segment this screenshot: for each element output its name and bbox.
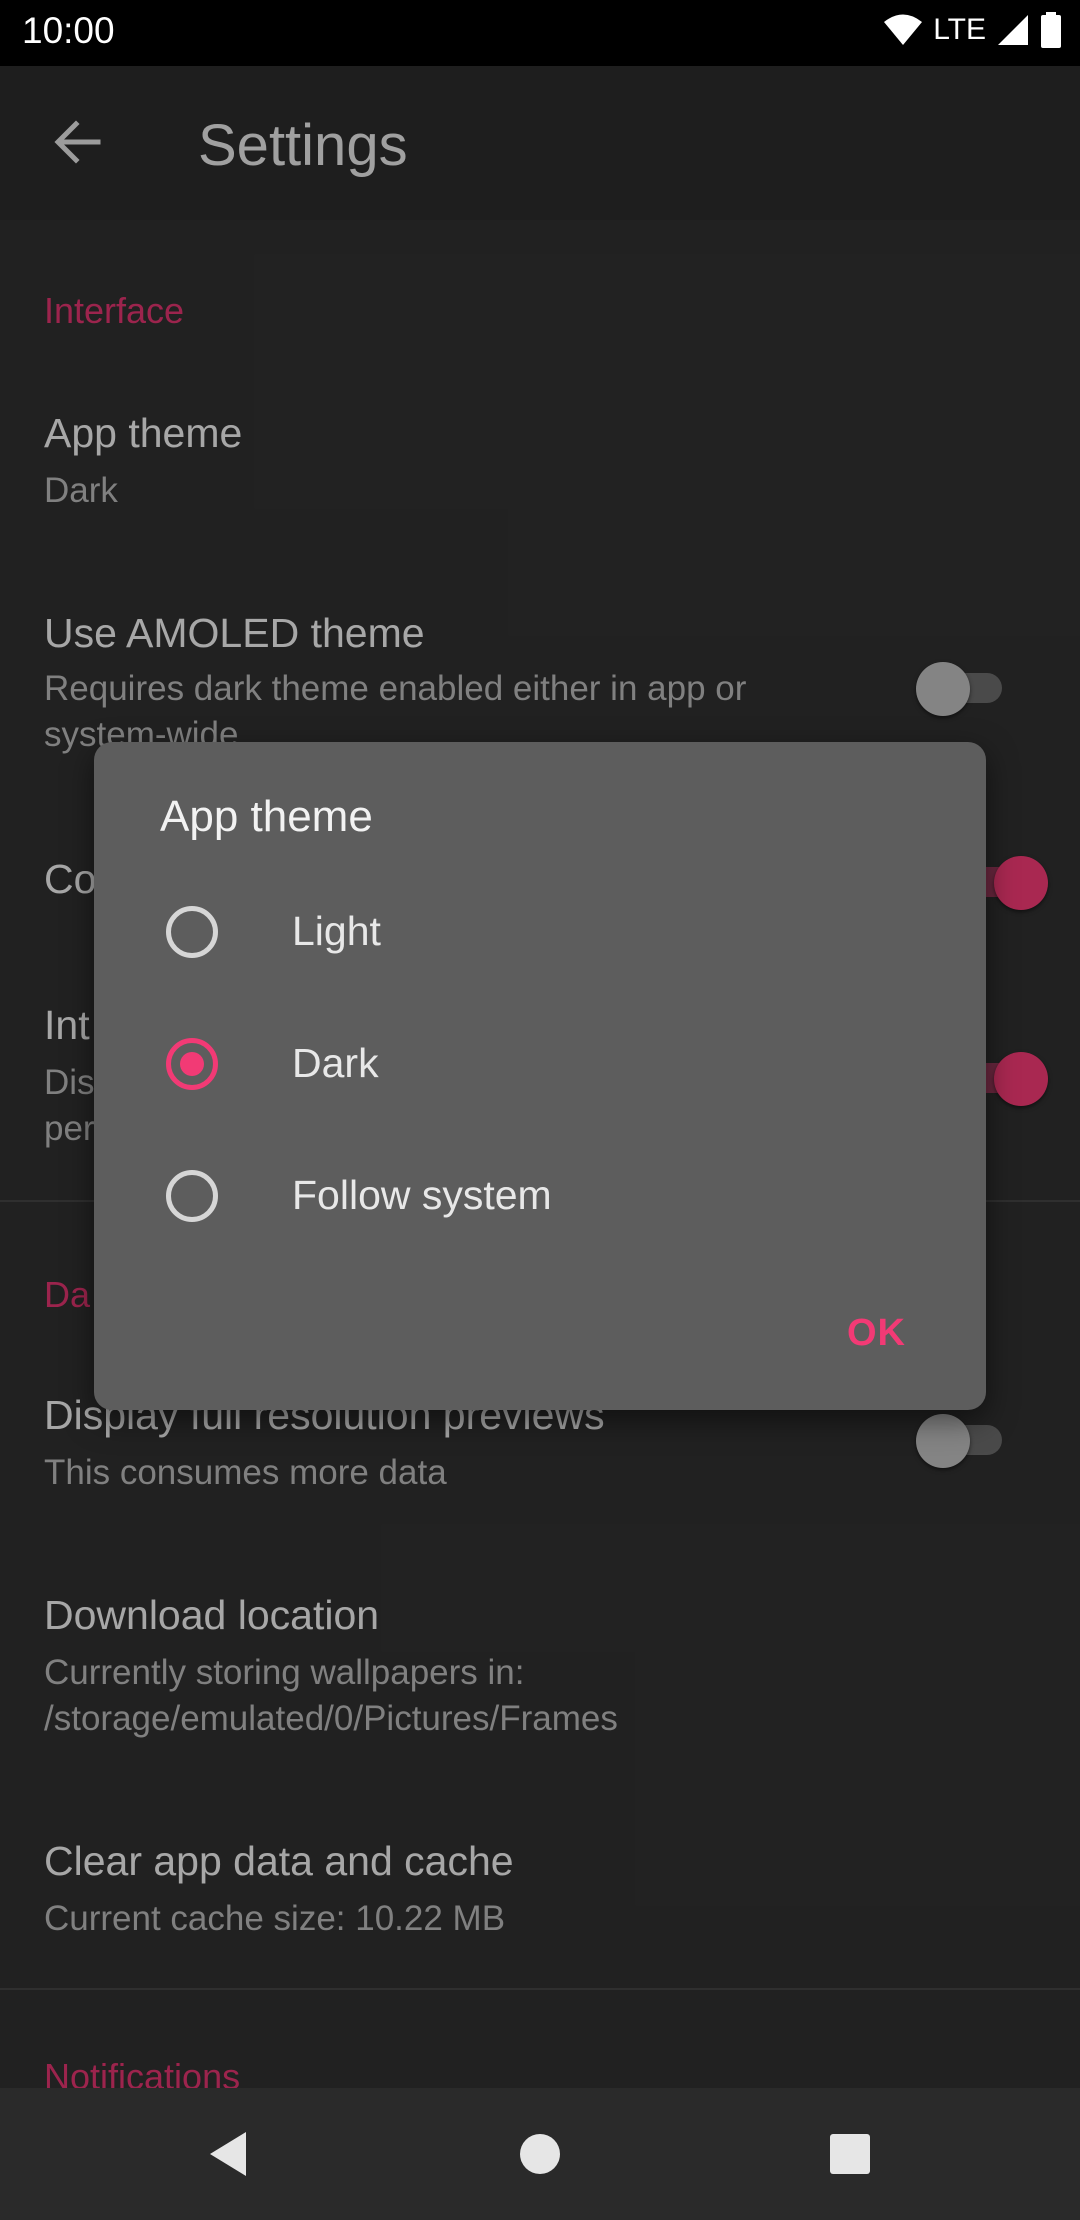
- wifi-icon: [884, 14, 923, 45]
- radio-button[interactable]: [166, 1170, 218, 1222]
- radio-option-light[interactable]: Light: [94, 876, 986, 996]
- square-recents-icon: [830, 2134, 870, 2174]
- network-type: LTE: [933, 13, 986, 46]
- radio-button[interactable]: [166, 1038, 218, 1090]
- nav-back-button[interactable]: [198, 2124, 258, 2184]
- triangle-back-icon: [210, 2132, 246, 2176]
- signal-icon: [998, 15, 1028, 45]
- radio-option-follow-system[interactable]: Follow system: [94, 1140, 986, 1260]
- app-theme-dialog: App theme Light Dark Follow system OK: [94, 742, 986, 1410]
- status-time: 10:00: [22, 10, 115, 51]
- status-bar: 10:00 LTE: [0, 0, 1080, 66]
- status-icons: LTE: [883, 12, 1062, 48]
- nav-recents-button[interactable]: [820, 2124, 880, 2184]
- battery-icon: [1041, 12, 1061, 48]
- radio-selected-dot: [180, 1052, 204, 1076]
- circle-home-icon: [520, 2134, 560, 2174]
- radio-option-label: Light: [292, 908, 381, 954]
- ok-button[interactable]: OK: [847, 1312, 906, 1355]
- radio-option-dark[interactable]: Dark: [94, 1008, 986, 1128]
- radio-option-label: Follow system: [292, 1172, 552, 1218]
- navigation-bar: [0, 2088, 1080, 2220]
- nav-home-button[interactable]: [510, 2124, 570, 2184]
- radio-option-label: Dark: [292, 1040, 379, 1086]
- radio-button[interactable]: [166, 906, 218, 958]
- dialog-title: App theme: [160, 792, 373, 841]
